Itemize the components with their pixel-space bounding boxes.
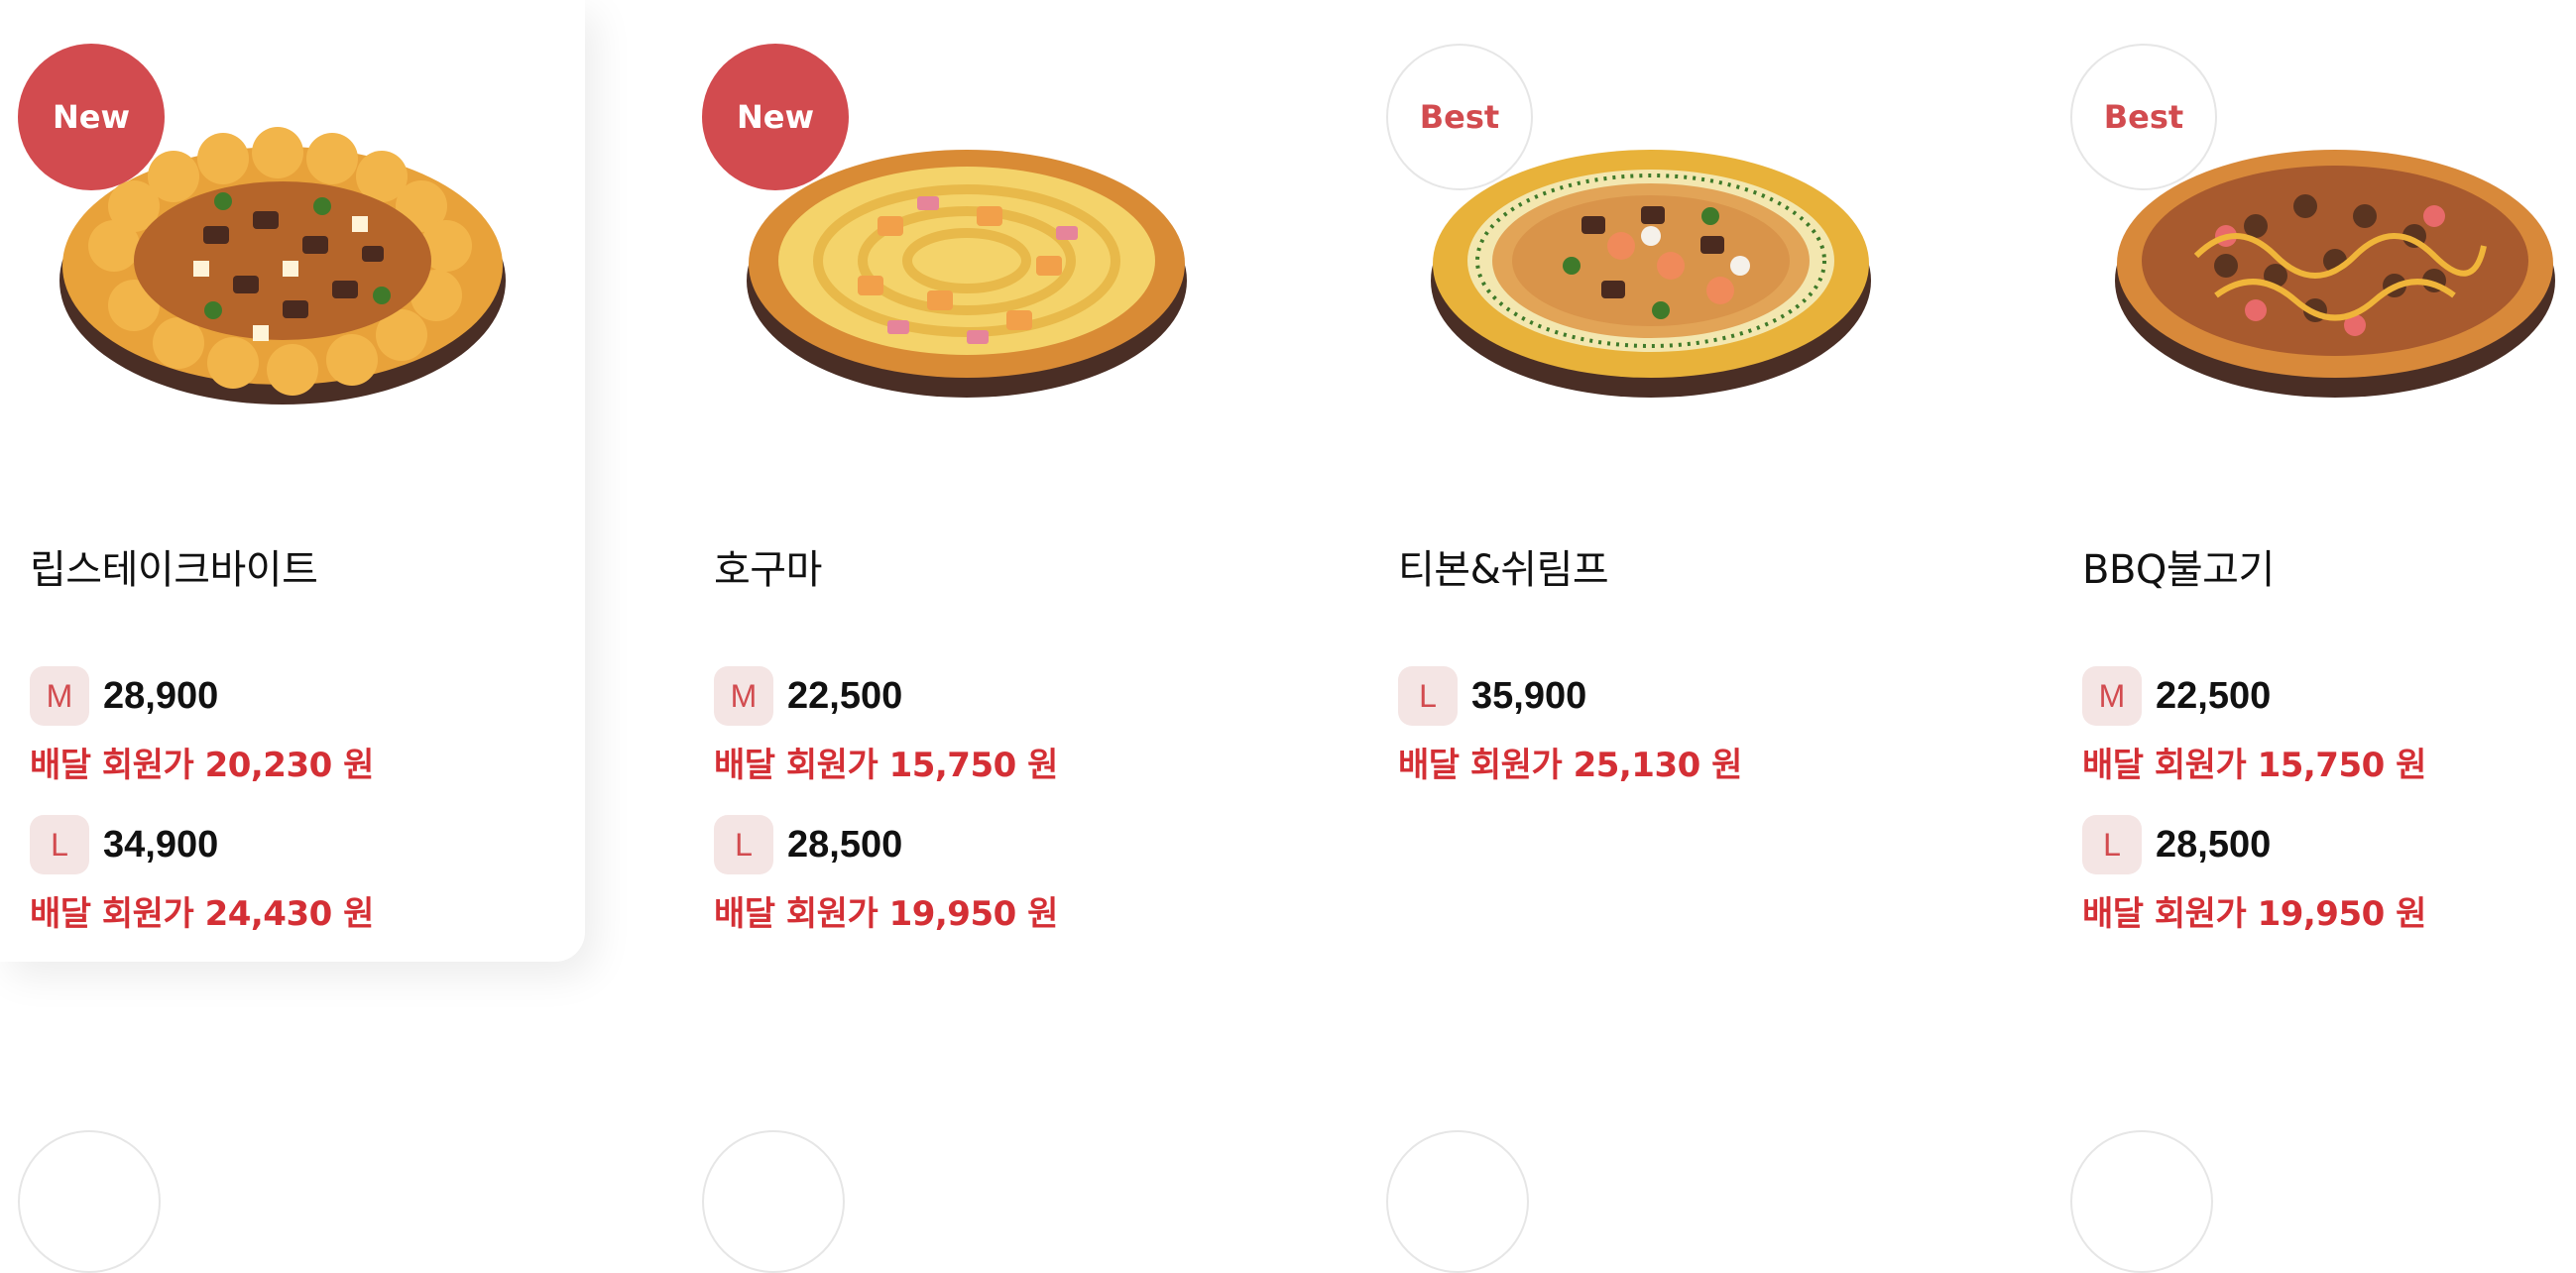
size-badge-m: M [2082, 666, 2142, 726]
price-row-l: L 28,500 [2082, 815, 2271, 874]
pizza-menu-grid: New 립스테이크바이트 M 28,900 배달 회원가 20,230 원 L … [0, 0, 2576, 1273]
member-price: 배달 회원가 25,130 원 [1398, 746, 1742, 785]
next-row-badge [18, 1130, 161, 1273]
menu-card-bbq-bulgogi[interactable]: Best BBQ불고기 M 22,500 배달 회원가 15,750 원 L 2… [2052, 0, 2576, 962]
price-row-l: L 28,500 [714, 815, 902, 874]
price-row-l: L 34,900 [30, 815, 218, 874]
pizza-name: 립스테이크바이트 [30, 547, 318, 593]
price-row-m: M 22,500 [714, 666, 902, 726]
size-badge-l: L [1398, 666, 1458, 726]
price: 22,500 [787, 674, 903, 717]
new-badge: New [702, 44, 849, 190]
price: 34,900 [103, 823, 219, 866]
menu-card-tbone-shrimp[interactable]: Best 티본&쉬림프 L 35,900 배달 회원가 25,130 원 [1368, 0, 1953, 962]
price: 28,500 [787, 823, 903, 866]
pizza-name: 티본&쉬림프 [1398, 547, 1609, 593]
price-row-m: M 28,900 [30, 666, 218, 726]
member-price: 배달 회원가 15,750 원 [2082, 746, 2426, 785]
price: 35,900 [1471, 674, 1587, 717]
pizza-name: 호구마 [714, 547, 822, 593]
menu-card-rib-steak-bite[interactable]: New 립스테이크바이트 M 28,900 배달 회원가 20,230 원 L … [0, 0, 585, 962]
size-badge-l: L [30, 815, 89, 874]
price-row-l: L 35,900 [1398, 666, 1586, 726]
next-row-badge [702, 1130, 845, 1273]
price: 22,500 [2156, 674, 2272, 717]
pizza-name: BBQ불고기 [2082, 547, 2275, 593]
member-price: 배달 회원가 19,950 원 [2082, 894, 2426, 934]
member-price: 배달 회원가 24,430 원 [30, 894, 374, 934]
price: 28,900 [103, 674, 219, 717]
next-row-badge [1386, 1130, 1529, 1273]
price-row-m: M 22,500 [2082, 666, 2271, 726]
member-price: 배달 회원가 20,230 원 [30, 746, 374, 785]
size-badge-l: L [714, 815, 773, 874]
size-badge-m: M [714, 666, 773, 726]
menu-card-hoguma[interactable]: New 호구마 M 22,500 배달 회원가 15,750 원 L 28,50… [684, 0, 1269, 962]
new-badge: New [18, 44, 165, 190]
member-price: 배달 회원가 19,950 원 [714, 894, 1058, 934]
size-badge-m: M [30, 666, 89, 726]
best-badge: Best [2070, 44, 2217, 190]
best-badge: Best [1386, 44, 1533, 190]
price: 28,500 [2156, 823, 2272, 866]
member-price: 배달 회원가 15,750 원 [714, 746, 1058, 785]
size-badge-l: L [2082, 815, 2142, 874]
next-row-badge [2070, 1130, 2213, 1273]
